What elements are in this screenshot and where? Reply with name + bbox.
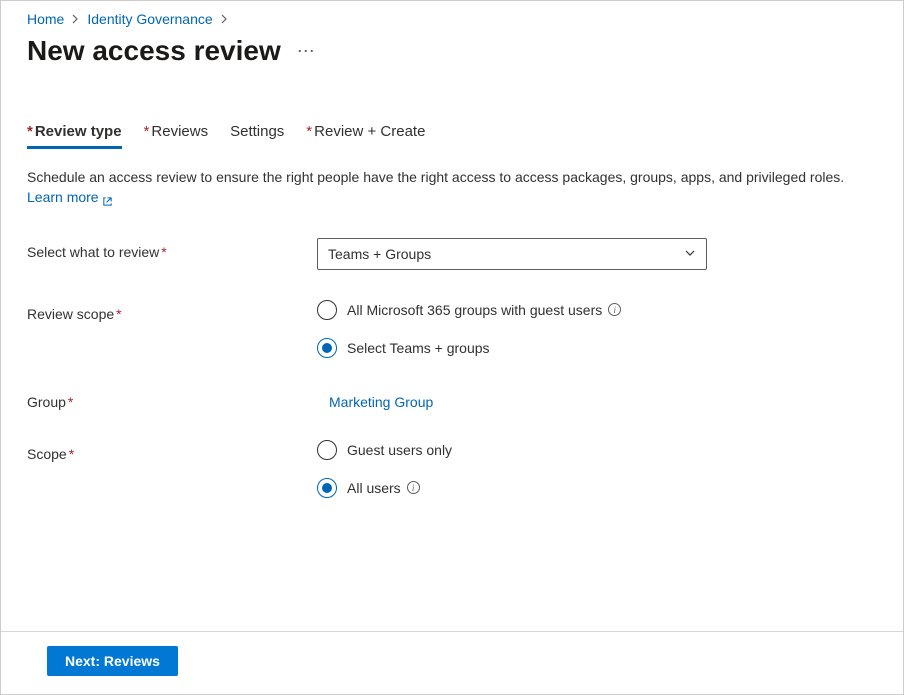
learn-more-link[interactable]: Learn more — [27, 187, 113, 207]
breadcrumb-home[interactable]: Home — [27, 11, 64, 27]
radio-all-m365-groups[interactable]: All Microsoft 365 groups with guest user… — [317, 300, 877, 320]
radio-label: Select Teams + groups — [347, 340, 490, 356]
group-label: Group* — [27, 388, 317, 410]
page-title: New access review — [27, 35, 281, 67]
chevron-right-icon — [221, 11, 228, 27]
info-icon[interactable]: i — [608, 303, 621, 316]
tab-review-type[interactable]: *Review type — [27, 123, 122, 149]
info-icon[interactable]: i — [407, 481, 420, 494]
external-link-icon — [102, 192, 113, 203]
group-link[interactable]: Marketing Group — [329, 388, 433, 410]
next-reviews-button[interactable]: Next: Reviews — [47, 646, 178, 676]
scope-label: Scope* — [27, 440, 317, 462]
radio-label: All Microsoft 365 groups with guest user… — [347, 302, 621, 318]
radio-guest-users-only[interactable]: Guest users only — [317, 440, 877, 460]
radio-icon — [317, 338, 337, 358]
tab-review-create[interactable]: *Review + Create — [306, 123, 425, 149]
radio-label: All users i — [347, 480, 420, 496]
breadcrumb: Home Identity Governance — [27, 9, 877, 33]
radio-select-teams-groups[interactable]: Select Teams + groups — [317, 338, 877, 358]
radio-icon — [317, 300, 337, 320]
radio-icon — [317, 440, 337, 460]
review-scope-label: Review scope* — [27, 300, 317, 322]
select-what-value: Teams + Groups — [328, 246, 431, 262]
radio-all-users[interactable]: All users i — [317, 478, 877, 498]
tabs: *Review type *Reviews Settings *Review +… — [27, 123, 877, 149]
radio-icon — [317, 478, 337, 498]
footer: Next: Reviews — [1, 631, 903, 694]
more-icon[interactable]: ⋯ — [297, 41, 316, 62]
intro-text: Schedule an access review to ensure the … — [27, 167, 877, 208]
radio-label: Guest users only — [347, 442, 452, 458]
tab-reviews[interactable]: *Reviews — [144, 123, 209, 149]
tab-settings[interactable]: Settings — [230, 123, 284, 149]
breadcrumb-identity-governance[interactable]: Identity Governance — [87, 11, 212, 27]
chevron-right-icon — [72, 11, 79, 27]
chevron-down-icon — [684, 246, 696, 262]
select-what-dropdown[interactable]: Teams + Groups — [317, 238, 707, 270]
select-what-label: Select what to review* — [27, 238, 317, 260]
